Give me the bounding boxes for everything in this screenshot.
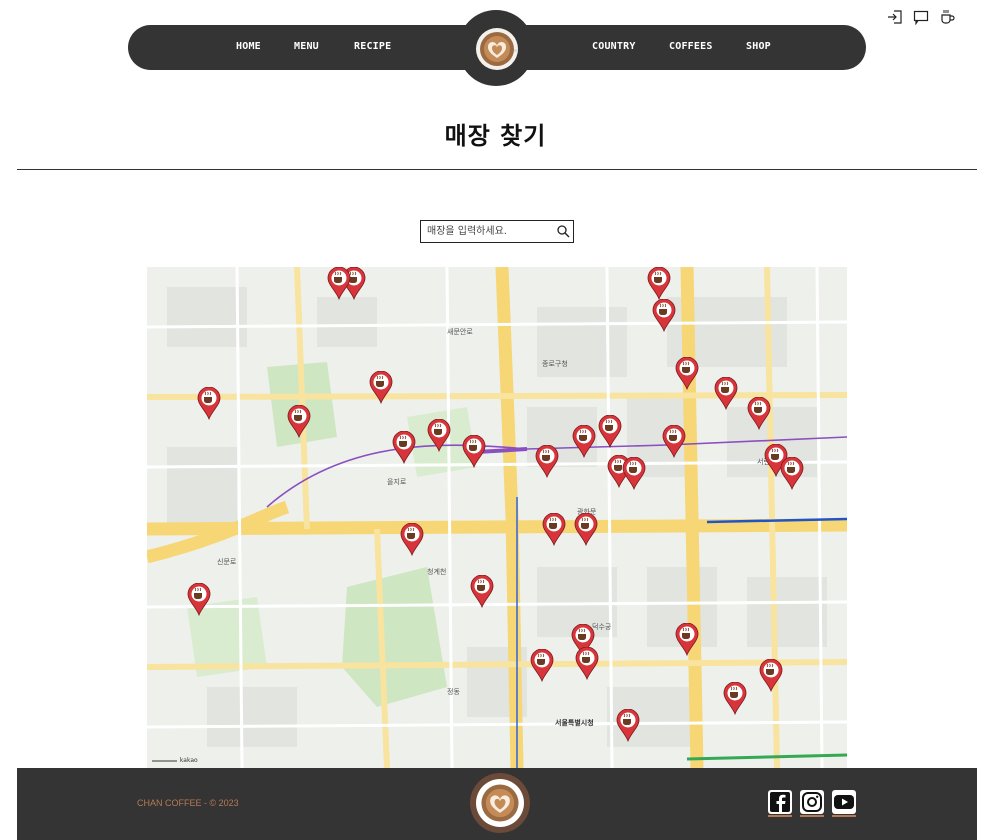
store-pin[interactable] [462, 435, 486, 468]
store-pin[interactable] [327, 267, 351, 300]
copyright-text: CHAN COFFEE - © 2023 [137, 798, 239, 808]
map-label: 을지로 [387, 478, 407, 486]
store-pin[interactable] [747, 397, 771, 430]
nav-recipe[interactable]: RECIPE [354, 41, 391, 52]
store-pin[interactable] [530, 649, 554, 682]
feedback-icon[interactable] [913, 9, 929, 25]
nav-home[interactable]: HOME [236, 41, 261, 52]
footer-logo[interactable] [470, 773, 530, 833]
map-label: 정동 [447, 688, 460, 696]
store-pin[interactable] [400, 523, 424, 556]
map-label: 신문로 [217, 558, 237, 566]
store-pin[interactable] [622, 457, 646, 490]
utility-icons [887, 9, 955, 25]
store-pin[interactable] [780, 457, 804, 490]
map-label: 종로구청 [542, 360, 568, 368]
page-title: 매장 찾기 [444, 122, 547, 150]
nav-country[interactable]: COUNTRY [592, 41, 636, 52]
store-pin[interactable] [598, 415, 622, 448]
store-pin[interactable] [572, 425, 596, 458]
store-pin[interactable] [616, 709, 640, 742]
store-pin[interactable] [574, 513, 598, 546]
store-pin[interactable] [542, 513, 566, 546]
store-pin[interactable] [675, 623, 699, 656]
store-pin[interactable] [675, 357, 699, 390]
store-pin[interactable] [714, 377, 738, 410]
store-pin[interactable] [187, 583, 211, 616]
map-provider-label: kakao [179, 757, 198, 764]
store-pin[interactable] [662, 425, 686, 458]
youtube-icon[interactable] [831, 789, 857, 817]
store-pin[interactable] [427, 419, 451, 452]
store-pin[interactable] [647, 267, 671, 300]
cafe-icon[interactable] [939, 9, 955, 25]
nav-coffees[interactable]: COFFEES [669, 41, 713, 52]
store-pin[interactable] [369, 371, 393, 404]
latte-art-icon [481, 784, 519, 822]
nav-menu[interactable]: MENU [294, 41, 319, 52]
latte-art-icon [476, 28, 518, 70]
store-pin[interactable] [470, 575, 494, 608]
map-label-city-hall: 서울특별시청 [555, 719, 594, 727]
store-pin[interactable] [652, 299, 676, 332]
store-search [420, 220, 574, 243]
login-icon[interactable] [887, 9, 903, 25]
store-map[interactable]: 종로구청 광화문 서울특별시청 청계천 덕수궁 정동 서린동 을지로 신문로 새… [147, 267, 847, 768]
nav-shop[interactable]: SHOP [746, 41, 771, 52]
search-icon[interactable] [556, 224, 570, 238]
map-label: 새문안로 [447, 328, 473, 336]
map-label: 청계천 [427, 568, 447, 576]
store-pin[interactable] [723, 682, 747, 715]
site-footer: CHAN COFFEE - © 2023 [17, 768, 977, 840]
store-pin[interactable] [575, 647, 599, 680]
store-search-input[interactable] [421, 221, 553, 242]
map-scale: kakao [152, 757, 198, 764]
store-pin[interactable] [759, 659, 783, 692]
store-pin[interactable] [535, 445, 559, 478]
facebook-icon[interactable] [767, 789, 793, 817]
title-divider [17, 169, 977, 170]
site-logo[interactable] [458, 10, 534, 86]
store-pin[interactable] [197, 387, 221, 420]
instagram-icon[interactable] [799, 789, 825, 817]
store-pin[interactable] [392, 431, 416, 464]
store-pin[interactable] [287, 405, 311, 438]
